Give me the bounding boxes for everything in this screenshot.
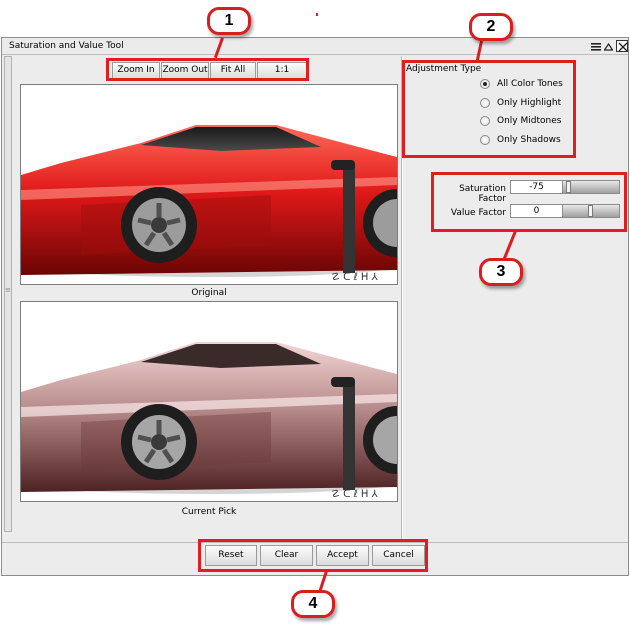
original-image[interactable]: ☡ ᑕ ℓ ᕼ ⅄ [20, 84, 398, 285]
callout-box-4 [198, 539, 428, 572]
callout-box-2 [402, 60, 576, 158]
callout-badge-3: 3 [479, 258, 523, 286]
stray-mark [316, 13, 318, 16]
original-car-illustration: ☡ ᑕ ℓ ᕼ ⅄ [21, 125, 397, 283]
current-pick-caption: Current Pick [181, 507, 237, 517]
collapse-icon[interactable] [603, 41, 614, 52]
window-title: Saturation and Value Tool [9, 41, 124, 51]
svg-text:☡ ᑕ ℓ ᕼ ⅄: ☡ ᑕ ℓ ᕼ ⅄ [331, 272, 379, 283]
callout-badge-4: 4 [291, 590, 335, 618]
menu-icon[interactable] [590, 41, 601, 52]
close-icon[interactable] [616, 40, 628, 52]
original-caption: Original [191, 288, 227, 298]
title-bar: Saturation and Value Tool [2, 38, 628, 55]
callout-box-3 [431, 172, 627, 232]
current-pick-image[interactable]: ☡ ᑕ ℓ ᕼ ⅄ [20, 301, 398, 502]
grip-icon[interactable]: ≡ [5, 287, 11, 295]
current-pick-car-illustration: ☡ ᑕ ℓ ᕼ ⅄ [21, 342, 397, 500]
callout-badge-2: 2 [469, 13, 513, 41]
svg-text:☡ ᑕ ℓ ᕼ ⅄: ☡ ᑕ ℓ ᕼ ⅄ [331, 489, 379, 500]
callout-box-1 [106, 58, 309, 81]
callout-badge-1: 1 [207, 7, 251, 35]
